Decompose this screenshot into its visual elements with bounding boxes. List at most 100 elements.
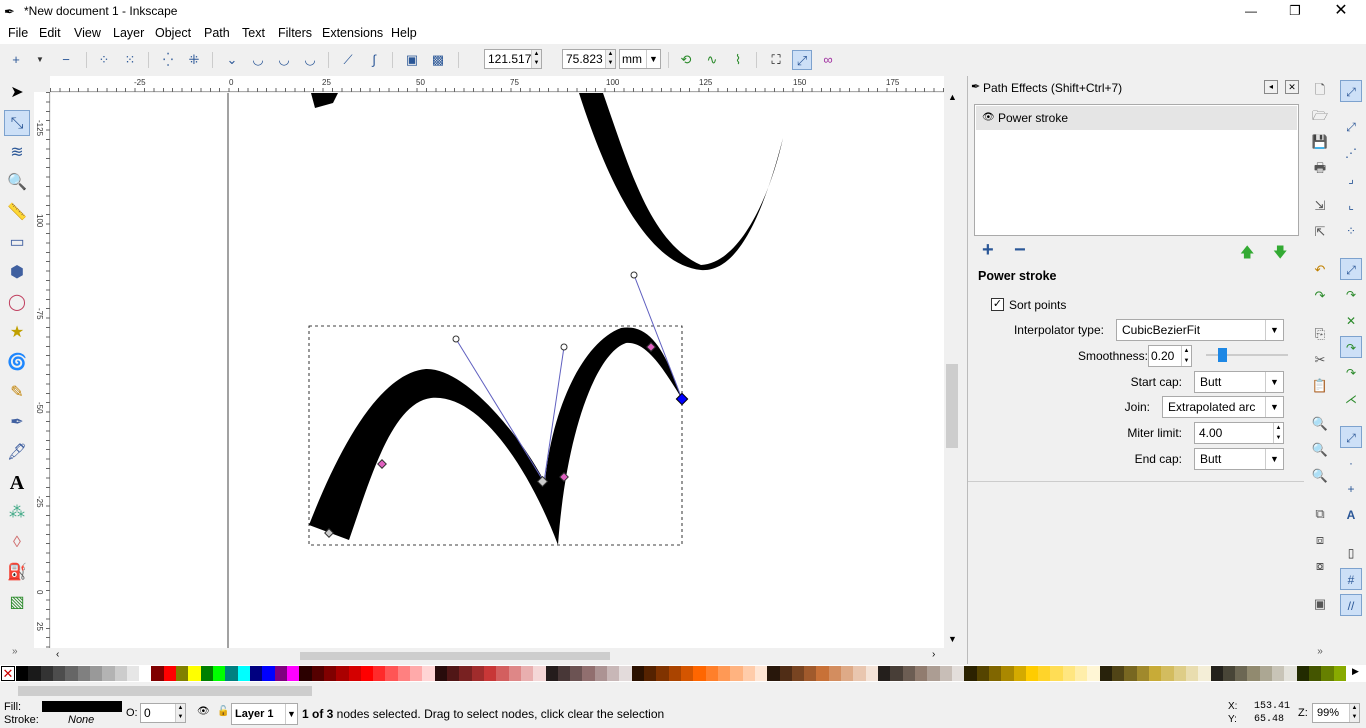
color-swatch[interactable] [631, 666, 645, 681]
maximize-button[interactable]: ❐ [1272, 0, 1318, 24]
power-stroke-path[interactable] [309, 327, 682, 545]
color-swatch[interactable] [804, 666, 817, 681]
color-swatch[interactable] [681, 666, 694, 681]
color-swatch[interactable] [508, 666, 522, 681]
smoothness-spinner-icon[interactable]: ▲ ▼ [1181, 346, 1191, 366]
object-to-path-icon[interactable]: ▣ [402, 50, 422, 70]
snap-guide-icon[interactable]: // [1340, 594, 1362, 616]
color-swatch[interactable] [496, 666, 510, 681]
rectangle-tool-icon[interactable]: ▭ [4, 230, 30, 256]
color-swatch[interactable] [828, 666, 842, 681]
snap-intersections-icon[interactable]: ✕ [1340, 310, 1362, 332]
bezier-handle[interactable] [630, 271, 638, 279]
zoom-spinner-icon[interactable]: ▲ ▼ [1349, 704, 1359, 722]
toolbox-overflow-icon[interactable]: » [12, 646, 18, 657]
color-swatch[interactable] [988, 666, 1002, 681]
color-swatch[interactable] [791, 666, 805, 681]
x-coordinate-field[interactable]: 121.517 ▲ ▼ [484, 49, 542, 69]
chevron-right-icon[interactable]: › [932, 649, 935, 660]
color-swatch[interactable] [237, 666, 251, 681]
color-swatch[interactable] [65, 666, 79, 681]
opacity-field[interactable]: 0 ▲ ▼ [140, 703, 186, 723]
add-effect-icon[interactable]: + [982, 239, 994, 262]
duplicate-icon[interactable]: ⧉ [1310, 504, 1330, 524]
miter-limit-field[interactable]: 4.00 ▲ ▼ [1194, 422, 1284, 444]
color-swatch[interactable] [139, 666, 152, 681]
color-swatch[interactable] [52, 666, 66, 681]
power-stroke-knot[interactable] [377, 459, 387, 469]
color-swatch[interactable] [1112, 666, 1125, 681]
color-swatch[interactable] [644, 666, 657, 681]
color-swatch[interactable] [1148, 666, 1162, 681]
palette-menu-icon[interactable]: ▶ [1352, 666, 1359, 677]
minimize-button[interactable]: — [1228, 0, 1274, 24]
layer-select[interactable]: Layer 1 ▼ [231, 703, 298, 725]
color-swatch[interactable] [914, 666, 928, 681]
horizontal-scrollbar[interactable]: ‹ › [50, 648, 946, 664]
color-swatch[interactable] [1309, 666, 1322, 681]
opacity-spinner-icon[interactable]: ▲ ▼ [175, 704, 185, 722]
color-swatch[interactable] [151, 666, 165, 681]
iconify-icon[interactable]: ◂ [1264, 80, 1278, 94]
color-swatch[interactable] [373, 666, 386, 681]
list-item[interactable]: 👁 Power stroke [976, 106, 1297, 130]
import-icon[interactable]: ⇲ [1310, 196, 1330, 216]
cut-icon[interactable]: ✂ [1310, 350, 1330, 370]
clone-icon[interactable]: ⧈ [1310, 530, 1330, 550]
undo-icon[interactable]: ↶ [1310, 260, 1330, 280]
color-swatch[interactable] [102, 666, 116, 681]
color-swatch[interactable] [274, 666, 288, 681]
color-swatch[interactable] [459, 666, 473, 681]
color-swatch[interactable] [1321, 666, 1335, 681]
color-swatch[interactable] [533, 666, 547, 681]
zoom-page-icon[interactable]: 🔍 [1310, 466, 1330, 486]
color-swatch[interactable] [410, 666, 423, 681]
color-swatch[interactable] [976, 666, 990, 681]
color-swatch[interactable] [878, 666, 891, 681]
color-swatch[interactable] [1050, 666, 1064, 681]
join-segment-icon[interactable]: ⁛ [158, 50, 178, 70]
menu-help[interactable]: Help [391, 26, 417, 40]
star-tool-icon[interactable]: ★ [4, 320, 30, 346]
color-swatch[interactable] [890, 666, 904, 681]
snap-bbox-edges-icon[interactable]: ⋰ [1340, 142, 1362, 164]
selected-node[interactable] [675, 392, 689, 406]
menu-extensions[interactable]: Extensions [322, 26, 383, 40]
palette-scroll-thumb[interactable] [18, 686, 312, 696]
snap-midpoints-icon[interactable]: ⋌ [1340, 388, 1362, 410]
snap-nodes-icon[interactable]: ⤢ [1340, 258, 1362, 280]
break-path-icon[interactable]: ⁙ [120, 50, 140, 70]
node-tool-icon[interactable]: ⤡ [4, 110, 30, 136]
menu-file[interactable]: File [8, 26, 28, 40]
color-swatch[interactable] [1062, 666, 1076, 681]
node-auto-icon[interactable]: ◡ [300, 50, 320, 70]
calligraphy-tool-icon[interactable]: 🖋 [4, 440, 30, 466]
export-icon[interactable]: ⇱ [1310, 222, 1330, 242]
show-outline-icon[interactable]: ⌇ [728, 50, 748, 70]
color-swatch[interactable] [28, 666, 42, 681]
color-swatch[interactable] [1124, 666, 1138, 681]
color-swatch[interactable] [594, 666, 608, 681]
smoothness-slider[interactable] [1206, 348, 1288, 362]
color-swatch[interactable] [1259, 666, 1273, 681]
color-swatch[interactable] [422, 666, 436, 681]
snap-page-border-icon[interactable]: ▯ [1340, 542, 1362, 564]
layer-visibility-icon[interactable]: 👁 [197, 706, 210, 717]
color-swatch[interactable] [114, 666, 128, 681]
color-swatch[interactable] [1272, 666, 1285, 681]
color-swatch[interactable] [311, 666, 325, 681]
edit-mask-icon[interactable]: ⤢ [792, 50, 812, 70]
drawing-canvas[interactable] [51, 93, 944, 648]
color-swatch[interactable] [841, 666, 854, 681]
menu-view[interactable]: View [74, 26, 101, 40]
close-dialog-icon[interactable]: ✕ [1285, 80, 1299, 94]
segment-line-icon[interactable]: ⟋ [338, 50, 358, 70]
color-swatch[interactable] [570, 666, 583, 681]
chevron-down-icon[interactable]: ▼ [948, 634, 957, 644]
save-icon[interactable]: 💾 [1310, 132, 1330, 152]
join-select[interactable]: Extrapolated arc ▼ [1162, 396, 1284, 418]
snap-object-center-icon[interactable]: · [1340, 452, 1362, 474]
color-swatch[interactable] [582, 666, 596, 681]
start-cap-select[interactable]: Butt ▼ [1194, 371, 1284, 393]
node-symmetric-icon[interactable]: ◡ [274, 50, 294, 70]
